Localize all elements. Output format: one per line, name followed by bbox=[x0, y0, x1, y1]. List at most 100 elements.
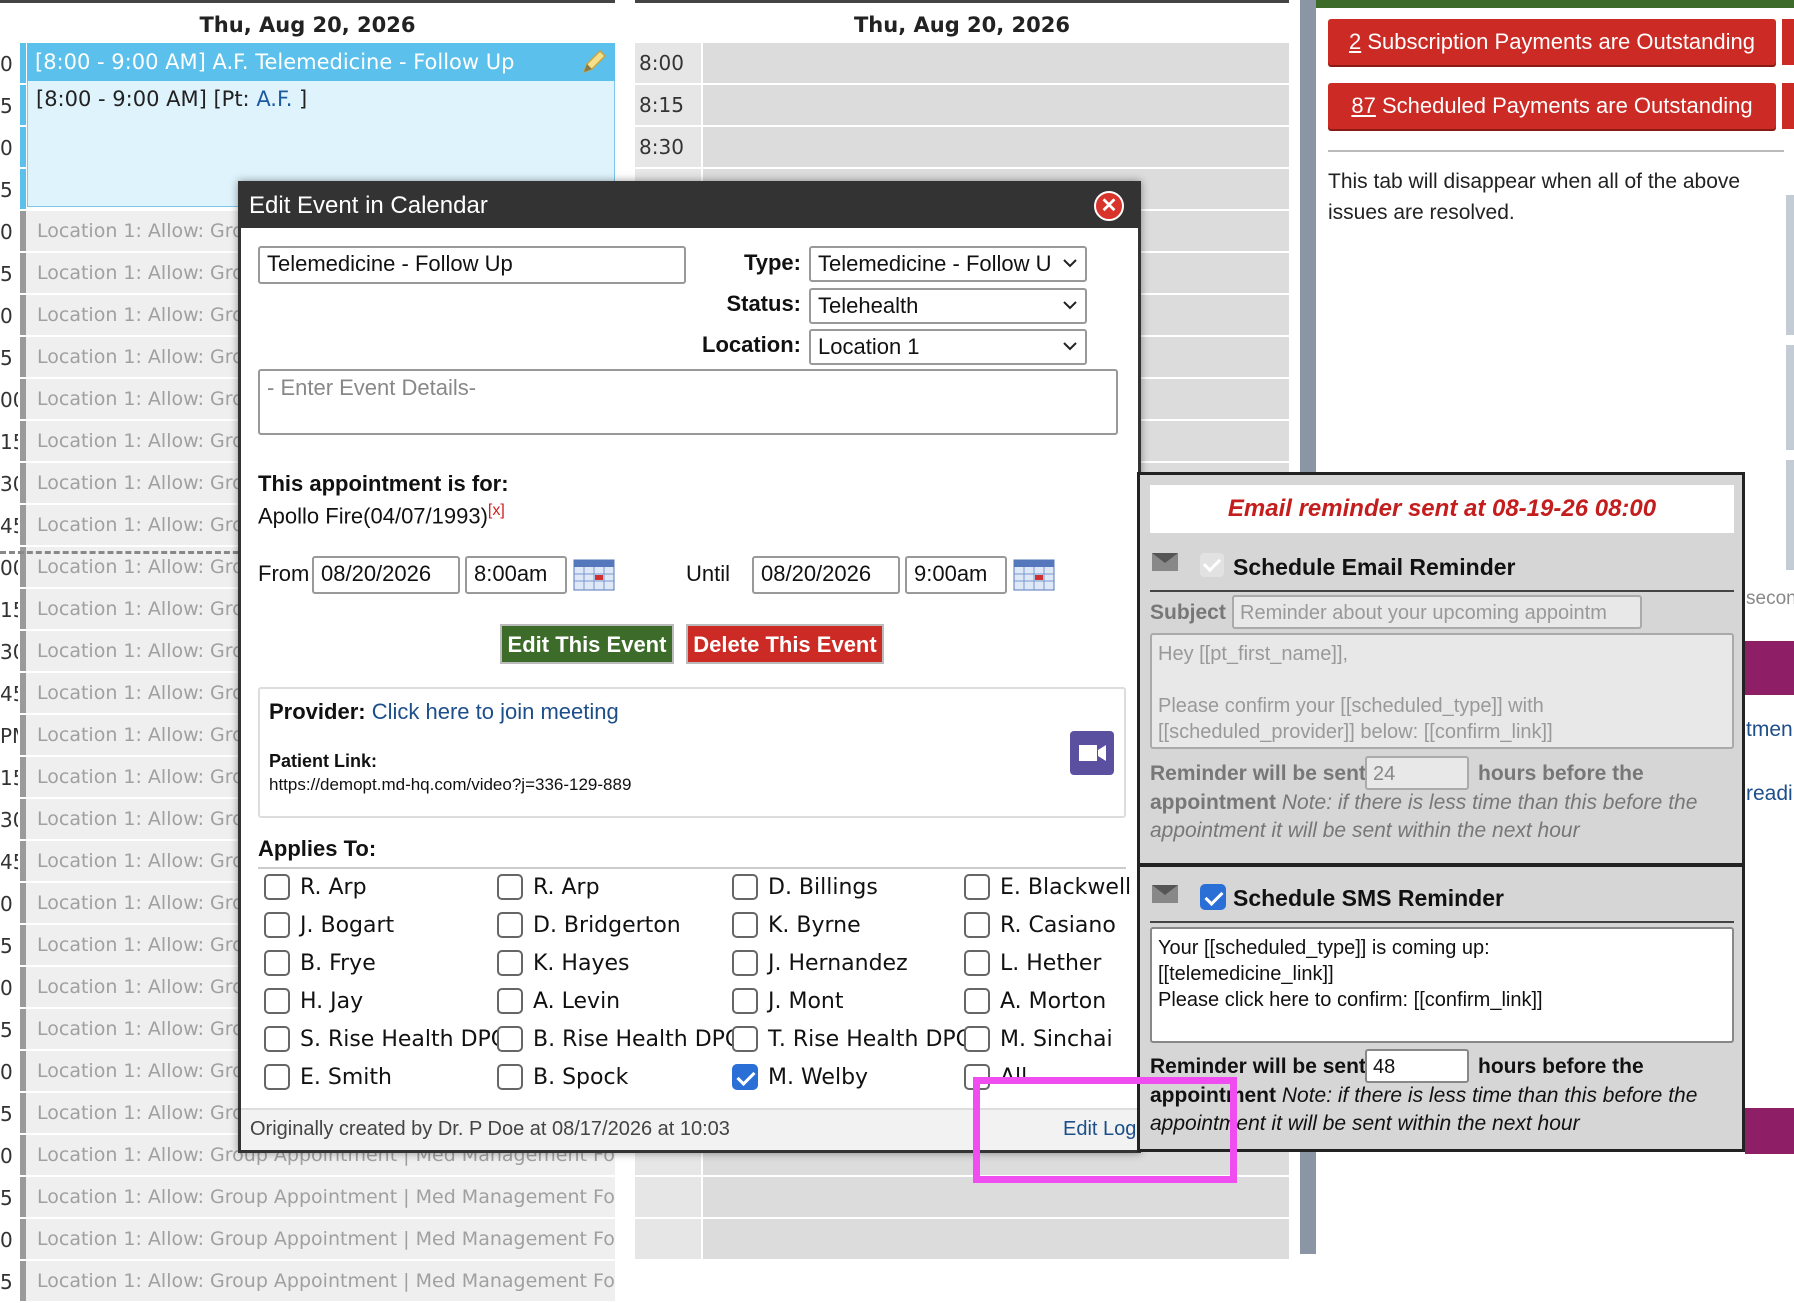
edit-event-button[interactable]: Edit This Event bbox=[500, 624, 674, 664]
patient-link-label: Patient Link: bbox=[269, 751, 378, 771]
provider-checkbox-label: J. Hernandez bbox=[768, 951, 908, 976]
partial-link[interactable]: readi bbox=[1746, 782, 1793, 806]
scheduled-alert-text: Scheduled Payments are Outstanding bbox=[1375, 93, 1753, 118]
time-slot-number: 0 bbox=[0, 136, 13, 160]
provider-checkbox[interactable] bbox=[264, 950, 290, 976]
event-details-textarea[interactable]: - Enter Event Details- bbox=[258, 369, 1118, 435]
provider-checkbox[interactable] bbox=[264, 988, 290, 1014]
provider-checkbox[interactable] bbox=[964, 988, 990, 1014]
day-slot-row[interactable]: 8:00 bbox=[635, 43, 1289, 83]
delete-event-button[interactable]: Delete This Event bbox=[686, 624, 884, 664]
day-slot-row[interactable]: 8:30 bbox=[635, 127, 1289, 167]
calendar-icon[interactable] bbox=[1013, 559, 1055, 591]
provider-checkbox[interactable] bbox=[264, 1064, 290, 1090]
provider-checkbox[interactable] bbox=[964, 1026, 990, 1052]
email-hours-input[interactable]: 24 bbox=[1365, 756, 1469, 790]
day-slot-cell bbox=[703, 1177, 1289, 1217]
time-slot-number: 30 bbox=[0, 808, 18, 832]
from-time-input[interactable]: 8:00am bbox=[465, 556, 567, 594]
time-slot-row[interactable]: 5 Location 1: Allow: Group Appointment | … bbox=[0, 1177, 615, 1219]
day-slot-row[interactable]: 8:15 bbox=[635, 85, 1289, 125]
provider-checkbox-label: B. Spock bbox=[533, 1065, 629, 1090]
day-slot-time: 8:30 bbox=[635, 127, 701, 167]
provider-checkbox[interactable] bbox=[732, 988, 758, 1014]
day-slot-row[interactable] bbox=[635, 1219, 1289, 1259]
location-select[interactable]: Location 1 bbox=[809, 329, 1087, 365]
calendar-icon[interactable] bbox=[573, 559, 615, 591]
time-slot-row[interactable]: 0 bbox=[0, 127, 615, 169]
provider-checkbox[interactable] bbox=[497, 950, 523, 976]
time-slot-row[interactable]: 5 bbox=[0, 85, 615, 127]
day-slot-cell bbox=[703, 85, 1289, 125]
sms-reminder-checkbox[interactable] bbox=[1200, 884, 1226, 910]
time-slot-number: 5 bbox=[0, 178, 13, 202]
join-meeting-link[interactable]: Click here to join meeting bbox=[372, 699, 619, 724]
provider-checkbox[interactable] bbox=[264, 912, 290, 938]
provider-box: Provider: Click here to join meeting Pat… bbox=[258, 687, 1126, 818]
patient-link-url[interactable]: https://demopt.md-hq.com/video?j=336-129… bbox=[269, 775, 631, 795]
time-slot-row[interactable]: 0 bbox=[0, 43, 615, 85]
subscription-count[interactable]: 2 bbox=[1349, 29, 1361, 54]
provider-checkbox-label: D. Bridgerton bbox=[533, 913, 681, 938]
subscription-payments-alert[interactable]: 2 Subscription Payments are Outstanding bbox=[1328, 19, 1776, 65]
time-slot-number: 00 bbox=[0, 388, 18, 412]
provider-checkbox[interactable] bbox=[264, 1026, 290, 1052]
remove-patient-link[interactable]: [x] bbox=[488, 502, 505, 519]
status-select[interactable]: Telehealth bbox=[809, 288, 1087, 324]
provider-checkbox-label: K. Byrne bbox=[768, 913, 861, 938]
location-label: Location: bbox=[702, 332, 801, 357]
provider-checkbox[interactable] bbox=[732, 950, 758, 976]
scheduled-count[interactable]: 87 bbox=[1351, 93, 1375, 118]
type-label: Type: bbox=[743, 250, 801, 275]
time-slot-row[interactable]: 0 Location 1: Allow: Group Appointment | … bbox=[0, 1219, 615, 1261]
chevron-down-icon bbox=[1063, 301, 1077, 310]
day-slot-row[interactable] bbox=[635, 1177, 1289, 1217]
email-reminder-note: appointment Note: if there is less time … bbox=[1150, 789, 1734, 845]
modal-titlebar: Edit Event in Calendar ✕ bbox=[241, 184, 1138, 228]
time-slot-number: 5 bbox=[0, 1186, 13, 1210]
provider-checkbox-label: K. Hayes bbox=[533, 951, 630, 976]
provider-checkbox[interactable] bbox=[732, 1026, 758, 1052]
sms-body-line: Please click here to confirm: [[confirm_… bbox=[1158, 989, 1543, 1011]
type-select-value: Telemedicine - Follow U bbox=[818, 251, 1052, 276]
sms-hours-input[interactable]: 48 bbox=[1365, 1049, 1469, 1083]
partial-band bbox=[1745, 1108, 1794, 1154]
email-sent-label: Reminder will be sent bbox=[1150, 762, 1366, 785]
sms-body-textarea[interactable]: Your [[scheduled_type]] is coming up: [[… bbox=[1150, 927, 1734, 1043]
time-slot-bar bbox=[20, 169, 26, 209]
email-body-textarea[interactable]: Hey [[pt_first_name]], Please confirm yo… bbox=[1150, 633, 1734, 749]
subject-input[interactable]: Reminder about your upcoming appointm bbox=[1232, 595, 1642, 629]
provider-checkbox[interactable] bbox=[497, 1064, 523, 1090]
provider-checkbox[interactable] bbox=[732, 1064, 758, 1090]
until-time-input[interactable]: 9:00am bbox=[905, 556, 1007, 594]
video-camera-icon[interactable] bbox=[1070, 731, 1114, 775]
event-name-input[interactable]: Telemedicine - Follow Up bbox=[258, 246, 686, 284]
from-date-input[interactable]: 08/20/2026 bbox=[312, 556, 460, 594]
type-select[interactable]: Telemedicine - Follow U bbox=[809, 246, 1087, 282]
partial-link[interactable]: tmen bbox=[1746, 718, 1793, 742]
time-slot-bar bbox=[20, 85, 26, 125]
provider-checkbox[interactable] bbox=[964, 950, 990, 976]
provider-checkbox[interactable] bbox=[497, 988, 523, 1014]
email-body-line: [[scheduled_provider]] below: [[confirm_… bbox=[1158, 721, 1553, 743]
provider-checkbox[interactable] bbox=[964, 874, 990, 900]
sms-body-line: Your [[scheduled_type]] is coming up: bbox=[1158, 937, 1490, 959]
provider-checkbox-label: J. Bogart bbox=[300, 913, 395, 938]
provider-checkbox[interactable] bbox=[497, 912, 523, 938]
close-icon[interactable]: ✕ bbox=[1094, 191, 1124, 221]
time-slot-number: 30 bbox=[0, 472, 18, 496]
applies-to-separator bbox=[258, 867, 1126, 869]
scheduled-payments-alert[interactable]: 87 Scheduled Payments are Outstanding bbox=[1328, 83, 1776, 129]
email-reminder-underline bbox=[1150, 590, 1734, 592]
until-date-input[interactable]: 08/20/2026 bbox=[752, 556, 900, 594]
provider-checkbox[interactable] bbox=[732, 912, 758, 938]
provider-checkbox[interactable] bbox=[264, 874, 290, 900]
provider-checkbox[interactable] bbox=[497, 874, 523, 900]
provider-checkbox[interactable] bbox=[732, 874, 758, 900]
provider-checkbox[interactable] bbox=[497, 1026, 523, 1052]
provider-checkbox[interactable] bbox=[964, 912, 990, 938]
time-slot-bar bbox=[20, 43, 26, 83]
email-reminder-checkbox[interactable] bbox=[1200, 553, 1224, 577]
sms-reminder-title: Schedule SMS Reminder bbox=[1233, 885, 1504, 911]
time-slot-row[interactable]: 5 Location 1: Allow: Group Appointment | … bbox=[0, 1261, 615, 1303]
